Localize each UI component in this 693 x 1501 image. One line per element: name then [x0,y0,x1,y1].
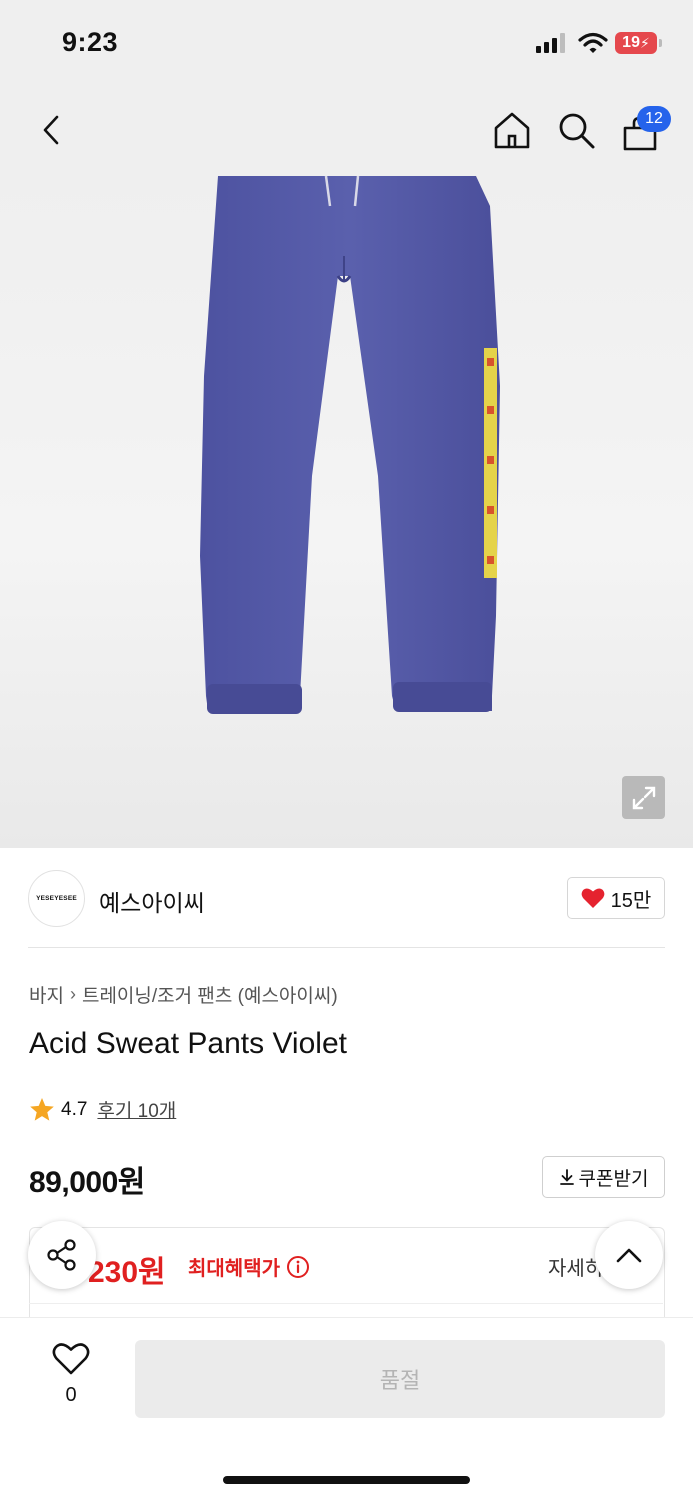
battery-tip [659,39,662,47]
rating-value: 4.7 [61,1098,88,1120]
wishlist-button[interactable]: 0 [45,1342,97,1407]
breadcrumb-category[interactable]: 바지 [29,981,64,1008]
coupon-label: 쿠폰받기 [578,1168,649,1190]
home-icon[interactable] [490,109,534,151]
search-icon[interactable] [555,109,597,151]
breadcrumb: 바지 › 트레이닝/조거 팬츠 (예스아이씨) [29,981,338,1008]
max-benefit-price: 230원 [88,1256,166,1289]
product-title: Acid Sweat Pants Violet [29,1027,347,1060]
expand-icon[interactable] [622,776,665,819]
coupon-download-button[interactable]: 쿠폰받기 [542,1156,665,1198]
battery-level: 19 [622,34,640,51]
product-price: 89,000원 [29,1166,145,1199]
home-indicator [223,1476,470,1484]
heart-filled-icon [581,888,605,908]
wishlist-count: 0 [65,1384,77,1406]
wifi-icon [578,32,608,59]
chevron-up-icon [616,1248,642,1263]
benefit-divider [29,1303,663,1304]
breadcrumb-subcategory[interactable]: 트레이닝/조거 팬츠 (예스아이씨) [82,981,338,1008]
star-icon [30,1098,54,1121]
chevron-right-icon: › [69,984,76,1004]
brand-row[interactable]: YESEYESEE 예스아이씨 15만 [28,870,665,927]
review-count-link[interactable]: 후기 10개 [97,1096,176,1123]
benefit-detail-link[interactable]: 자세히 [548,1252,602,1281]
share-icon [47,1239,76,1271]
rating-row: 4.7 후기 10개 [29,1096,176,1123]
brand-like-count: 15만 [610,889,652,912]
battery-charging-icon: 19 ⚡ [615,32,657,54]
brand-like-button[interactable]: 15만 [567,877,665,919]
cart-count-badge: 12 [637,106,671,132]
scroll-top-button[interactable] [595,1221,663,1289]
heart-outline-icon [52,1343,90,1375]
sweatpants-illustration [200,176,500,714]
status-bar: 9:23 19 ⚡ [0,0,693,90]
cellular-signal-icon [536,33,565,53]
download-icon [559,1169,574,1185]
share-button[interactable] [28,1221,96,1289]
brand-name[interactable]: 예스아이씨 [99,884,205,918]
product-image[interactable] [0,176,693,848]
back-chevron-icon[interactable] [34,111,68,149]
sold-out-button[interactable]: 품절 [135,1340,665,1418]
brand-logo[interactable]: YESEYESEE [28,870,85,927]
max-benefit-text: 최대혜택가 [188,1258,280,1280]
info-icon[interactable] [286,1255,310,1279]
clock: 9:23 [62,27,119,57]
max-benefit-label[interactable]: 최대혜택가 [188,1252,310,1281]
divider [28,947,665,948]
